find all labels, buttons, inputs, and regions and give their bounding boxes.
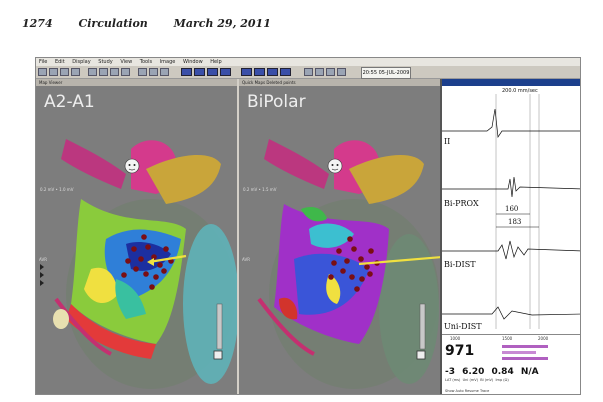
heart-map-right[interactable] [239,79,440,395]
tool-button[interactable] [60,68,69,76]
view-button[interactable] [267,68,278,76]
slider[interactable] [216,303,223,350]
slider-button[interactable] [213,350,223,360]
map-title-left: A2-A1 [44,92,95,112]
head-orientation-icon [327,158,343,174]
imp-label: Imp (Ω) [495,378,509,382]
menu-file[interactable]: File [39,59,47,65]
tool-button[interactable] [38,68,47,76]
range-text-left: 0.2 mV • 1.0 mV [40,187,74,192]
menu-help[interactable]: Help [210,59,221,65]
bi-value: 0.84 [491,367,514,377]
head-orientation-icon [124,158,140,174]
tool-button[interactable] [304,68,313,76]
tool-button[interactable] [121,68,130,76]
lead-label: Uni-DIST [444,322,482,331]
tool-button[interactable] [110,68,119,76]
uni-value: 6.20 [462,367,485,377]
lead-label: Bi-PROX [444,199,479,208]
toolbar: 20:55 05-JUL-2009 [36,66,580,79]
view-button[interactable] [254,68,265,76]
view-button[interactable] [194,68,205,76]
lat-label: LAT (ms) [445,378,461,382]
tick-label: 2000 [538,336,549,341]
journal-date: March 29, 2011 [173,17,271,30]
journal-header: 1274 Circulation March 29, 2011 [22,17,293,30]
stats-panel: 1000 1500 2000 971 -3 6.20 0.84 N/A LAT … [442,334,580,394]
tool-button[interactable] [315,68,324,76]
view-button[interactable] [207,68,218,76]
tool-button[interactable] [337,68,346,76]
lead-label: Bi-DIST [444,260,476,269]
tool-button[interactable] [71,68,80,76]
journal-name: Circulation [78,17,148,30]
tool-button[interactable] [326,68,335,76]
tool-button[interactable] [149,68,158,76]
slider-button[interactable] [416,350,426,360]
menu-tools[interactable]: Tools [140,59,152,65]
view-button[interactable] [220,68,231,76]
view-button[interactable] [181,68,192,76]
measurement-values: -3 6.20 0.84 N/A [445,367,539,377]
slider[interactable] [419,303,426,350]
tool-button[interactable] [138,68,147,76]
interval-label: 183 [508,218,522,226]
value-bar [502,357,548,360]
lead-label: II [444,137,451,146]
value-bar [502,351,536,354]
menu-bar: File Edit Display Study View Tools Image… [36,58,580,66]
menu-edit[interactable]: Edit [55,59,65,65]
bi-label: Bi (mV) [480,378,494,382]
map-panel-right[interactable]: Quick Maps Deleted points BiPolar 0.2 mV… [239,79,440,395]
heart-map-left[interactable] [36,79,237,395]
tool-button[interactable] [99,68,108,76]
menu-study[interactable]: Study [98,59,112,65]
view-button[interactable] [280,68,291,76]
tool-button[interactable] [49,68,58,76]
side-label-left: AVR [39,257,47,262]
tool-button[interactable] [88,68,97,76]
measurement-labels: LAT (ms) Uni (mV) Bi (mV) Imp (Ω) [445,378,509,382]
value-bar [502,345,548,348]
cycle-length-value: 971 [445,343,475,359]
menu-view[interactable]: View [120,59,132,65]
view-button[interactable] [241,68,252,76]
map-panel-left[interactable]: Map Viewer A2-A1 0.2 mV • 1.0 mV AVR [36,79,237,395]
tool-button[interactable] [160,68,169,76]
interval-label: 160 [505,205,519,213]
footer-option[interactable]: Show Auto Resume Trace [445,389,489,393]
map-title-right: BiPolar [247,92,306,112]
carto-screenshot: File Edit Display Study View Tools Image… [35,57,581,395]
clock-display: 20:55 05-JUL-2009 [361,67,411,79]
menu-window[interactable]: Window [183,59,203,65]
menu-display[interactable]: Display [72,59,90,65]
menu-image[interactable]: Image [160,59,176,65]
lat-value: -3 [445,367,455,377]
range-text-right: 0.2 mV • 1.5 mV [243,187,277,192]
imp-value: N/A [520,367,539,377]
ecg-panel[interactable]: 200.0 mm/sec II Bi-PROX Bi-DIST Uni-DIST… [440,79,580,394]
page-number: 1274 [22,17,53,30]
side-label-right: AVR [242,257,250,262]
uni-label: Uni (mV) [462,378,479,382]
tick-label: 1000 [450,336,461,341]
tick-label: 1500 [502,336,513,341]
